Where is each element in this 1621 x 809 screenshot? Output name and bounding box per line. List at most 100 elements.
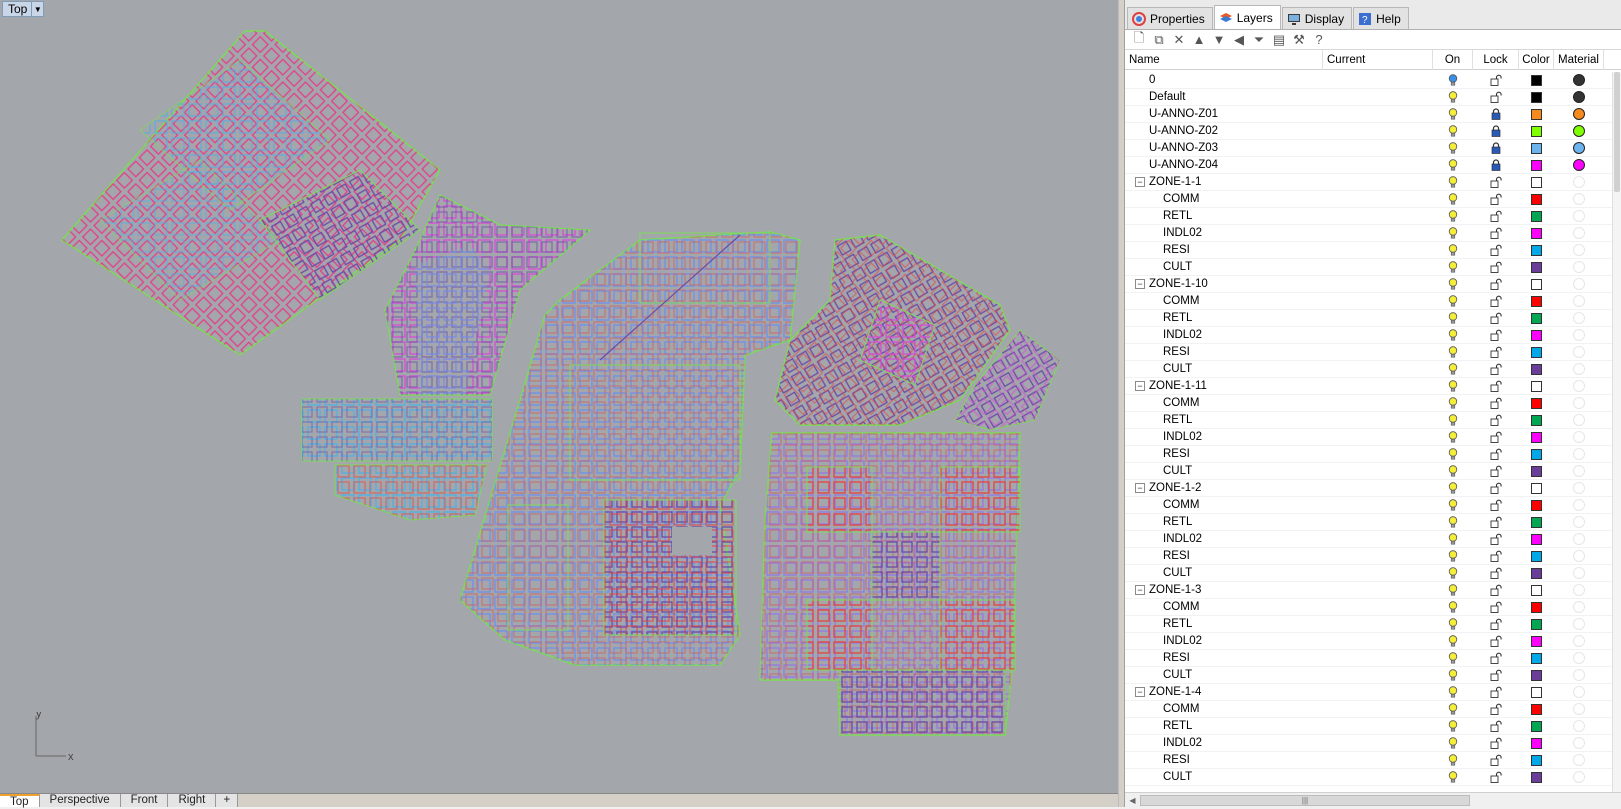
color-swatch[interactable] <box>1531 567 1542 579</box>
layer-on-cell[interactable] <box>1433 480 1473 497</box>
layer-name-cell[interactable]: Default <box>1125 89 1323 106</box>
layer-material-cell[interactable] <box>1554 599 1604 616</box>
layer-lock-cell[interactable] <box>1473 684 1519 701</box>
layer-name-cell[interactable]: RESI <box>1125 446 1323 463</box>
layer-current-cell[interactable] <box>1323 89 1433 106</box>
layer-material-cell[interactable] <box>1554 89 1604 106</box>
layer-material-cell[interactable] <box>1554 480 1604 497</box>
layer-row[interactable]: INDL02 <box>1125 531 1613 548</box>
layer-lock-cell[interactable] <box>1473 327 1519 344</box>
color-swatch[interactable] <box>1531 244 1542 256</box>
unlocked-icon[interactable] <box>1490 550 1502 562</box>
color-swatch[interactable] <box>1531 686 1542 698</box>
collapse-icon[interactable]: − <box>1135 483 1145 493</box>
layer-row[interactable]: RESI <box>1125 242 1613 259</box>
color-swatch[interactable] <box>1531 737 1542 749</box>
scroll-left-icon[interactable]: ◀ <box>1125 796 1140 805</box>
layer-name-cell[interactable]: U-ANNO-Z02 <box>1125 123 1323 140</box>
layer-name-cell[interactable]: CULT <box>1125 361 1323 378</box>
locked-icon[interactable] <box>1491 108 1501 120</box>
tab-top[interactable]: Top <box>0 794 40 808</box>
layer-current-cell[interactable] <box>1323 327 1433 344</box>
color-swatch[interactable] <box>1531 329 1542 341</box>
layer-name-cell[interactable]: COMM <box>1125 395 1323 412</box>
layer-lock-cell[interactable] <box>1473 650 1519 667</box>
layer-material-cell[interactable] <box>1554 412 1604 429</box>
unlocked-icon[interactable] <box>1490 533 1502 545</box>
unlocked-icon[interactable] <box>1490 176 1502 188</box>
layer-row[interactable]: CULT <box>1125 463 1613 480</box>
layer-material-cell[interactable] <box>1554 106 1604 123</box>
lightbulb-icon[interactable] <box>1448 362 1458 376</box>
layer-color-cell[interactable] <box>1519 259 1554 276</box>
layer-on-cell[interactable] <box>1433 616 1473 633</box>
unlocked-icon[interactable] <box>1490 669 1502 681</box>
layer-color-cell[interactable] <box>1519 361 1554 378</box>
layer-lock-cell[interactable] <box>1473 480 1519 497</box>
unlocked-icon[interactable] <box>1490 91 1502 103</box>
layer-lock-cell[interactable] <box>1473 344 1519 361</box>
layer-color-cell[interactable] <box>1519 106 1554 123</box>
color-swatch[interactable] <box>1531 312 1542 324</box>
layer-lock-cell[interactable] <box>1473 497 1519 514</box>
layer-name-cell[interactable]: − ZONE-1-10 <box>1125 276 1323 293</box>
layer-row[interactable]: CULT <box>1125 667 1613 684</box>
layer-color-cell[interactable] <box>1519 582 1554 599</box>
locked-icon[interactable] <box>1491 159 1501 171</box>
layer-color-cell[interactable] <box>1519 684 1554 701</box>
layer-row[interactable]: RETL <box>1125 616 1613 633</box>
color-swatch[interactable] <box>1531 159 1542 171</box>
collapse-icon[interactable]: − <box>1135 585 1145 595</box>
layer-lock-cell[interactable] <box>1473 718 1519 735</box>
layer-lock-cell[interactable] <box>1473 633 1519 650</box>
layer-on-cell[interactable] <box>1433 701 1473 718</box>
layer-lock-cell[interactable] <box>1473 395 1519 412</box>
layer-name-cell[interactable]: RESI <box>1125 344 1323 361</box>
material-empty-icon[interactable] <box>1573 261 1585 273</box>
layer-on-cell[interactable] <box>1433 276 1473 293</box>
layer-row[interactable]: COMM <box>1125 497 1613 514</box>
layer-on-cell[interactable] <box>1433 259 1473 276</box>
layer-name-cell[interactable]: INDL02 <box>1125 429 1323 446</box>
layer-on-cell[interactable] <box>1433 650 1473 667</box>
lightbulb-icon[interactable] <box>1448 413 1458 427</box>
layer-on-cell[interactable] <box>1433 446 1473 463</box>
layer-on-cell[interactable] <box>1433 633 1473 650</box>
layer-name-cell[interactable]: CULT <box>1125 259 1323 276</box>
layer-name-cell[interactable]: − ZONE-1-3 <box>1125 582 1323 599</box>
material-sphere-icon[interactable] <box>1573 159 1585 171</box>
layer-material-cell[interactable] <box>1554 242 1604 259</box>
layer-row[interactable]: RETL <box>1125 718 1613 735</box>
layer-row[interactable]: INDL02 <box>1125 735 1613 752</box>
color-swatch[interactable] <box>1531 754 1542 766</box>
layer-material-cell[interactable] <box>1554 157 1604 174</box>
column-on[interactable]: On <box>1433 49 1473 70</box>
layer-color-cell[interactable] <box>1519 667 1554 684</box>
color-swatch[interactable] <box>1531 448 1542 460</box>
layer-color-cell[interactable] <box>1519 242 1554 259</box>
material-empty-icon[interactable] <box>1573 482 1585 494</box>
lightbulb-icon[interactable] <box>1448 566 1458 580</box>
layer-color-cell[interactable] <box>1519 395 1554 412</box>
color-swatch[interactable] <box>1531 703 1542 715</box>
column-lock[interactable]: Lock <box>1473 49 1519 70</box>
layer-color-cell[interactable] <box>1519 225 1554 242</box>
layer-row[interactable]: − ZONE-1-2 <box>1125 480 1613 497</box>
layer-row[interactable]: RETL <box>1125 514 1613 531</box>
layer-lock-cell[interactable] <box>1473 174 1519 191</box>
layer-current-cell[interactable] <box>1323 650 1433 667</box>
lightbulb-icon[interactable] <box>1448 294 1458 308</box>
layer-name-cell[interactable]: COMM <box>1125 701 1323 718</box>
layer-name-cell[interactable]: COMM <box>1125 497 1323 514</box>
layer-material-cell[interactable] <box>1554 276 1604 293</box>
collapse-icon[interactable]: − <box>1135 687 1145 697</box>
new-sublayer-icon[interactable]: ⧉ <box>1150 32 1168 48</box>
material-empty-icon[interactable] <box>1573 669 1585 681</box>
layer-lock-cell[interactable] <box>1473 89 1519 106</box>
layer-on-cell[interactable] <box>1433 208 1473 225</box>
layer-current-cell[interactable] <box>1323 463 1433 480</box>
layer-on-cell[interactable] <box>1433 548 1473 565</box>
layer-row[interactable]: RETL <box>1125 310 1613 327</box>
layer-color-cell[interactable] <box>1519 72 1554 89</box>
layer-row[interactable]: U-ANNO-Z03 <box>1125 140 1613 157</box>
